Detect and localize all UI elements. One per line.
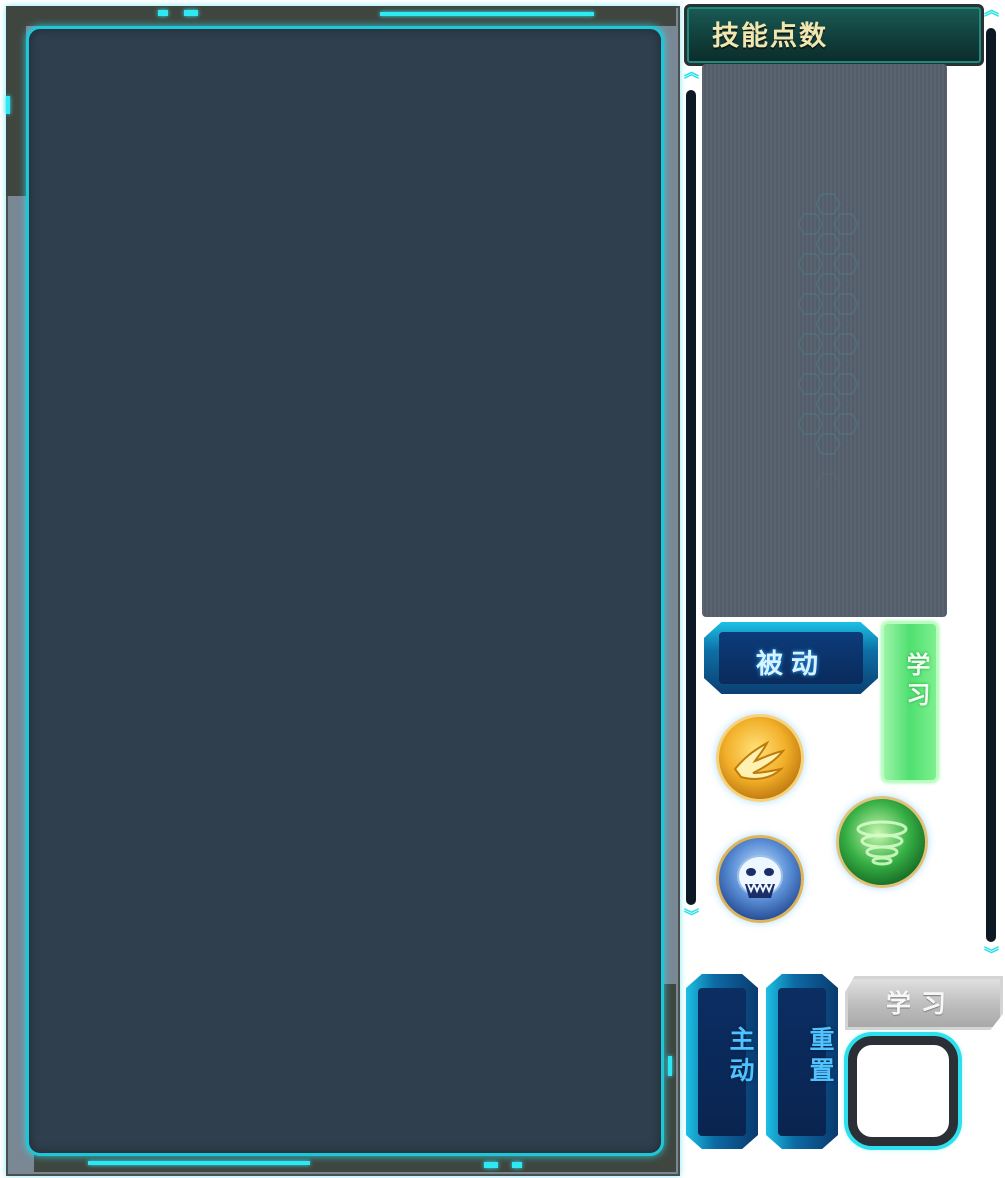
frame-bottom-glow (88, 1161, 310, 1165)
hex-pattern-icon (797, 193, 859, 489)
frame-top-bar (6, 6, 676, 26)
gold-claw-art-icon (733, 740, 786, 780)
skill-slot[interactable] (848, 1036, 958, 1146)
skill-list-panel (702, 64, 947, 617)
scroll-down-chevron-icon[interactable]: ︾ (684, 909, 699, 924)
main-content-area (26, 26, 664, 1156)
tab-passive-label: 被动 (756, 649, 826, 680)
skill-list-scrollbar[interactable] (686, 90, 696, 905)
frame-right-glow (668, 1056, 672, 1076)
green-vortex-icon[interactable] (836, 796, 928, 888)
scroll-down-chevron-icon[interactable]: ︾ (984, 947, 999, 962)
tab-active-label: 主动 (726, 1026, 755, 1088)
frame-bottom-glow-small (484, 1162, 498, 1168)
frame-top-glow (380, 12, 594, 16)
ghost-skull-icon[interactable] (716, 835, 804, 923)
learn-button-disabled-label: 学习 (885, 989, 956, 1018)
gold-claw-icon[interactable] (716, 714, 804, 802)
frame-top-glow-small (158, 10, 168, 16)
right-scrollbar[interactable] (986, 28, 996, 942)
tab-reset-label: 重置 (806, 1026, 835, 1088)
frame-left-glow (6, 96, 10, 114)
skill-points-label: 技能点数 (712, 21, 828, 52)
ghost-skull-art-icon (737, 855, 783, 898)
scroll-up-chevron-icon[interactable]: ︽ (984, 3, 999, 18)
learn-button-vertical-label: 学习 (902, 652, 930, 712)
frame-bottom-glow-small (512, 1162, 522, 1168)
scroll-up-chevron-icon[interactable]: ︽ (684, 65, 699, 80)
frame-top-glow-small (184, 10, 198, 16)
green-vortex-art-icon (856, 820, 908, 866)
